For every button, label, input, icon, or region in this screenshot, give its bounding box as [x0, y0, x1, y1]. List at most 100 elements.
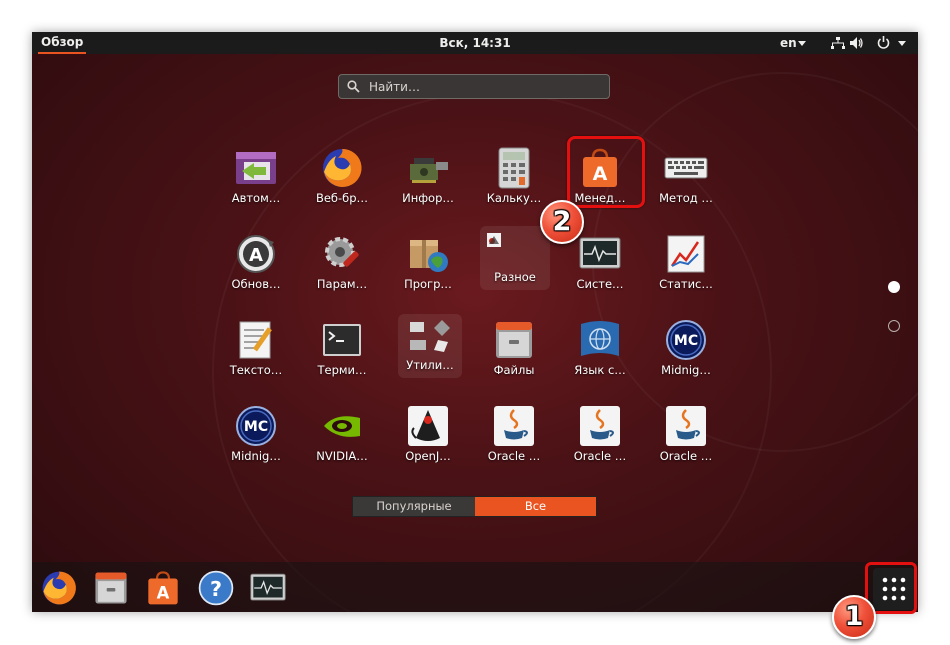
- files-icon[interactable]: [92, 569, 130, 607]
- app-openjdk[interactable]: OpenJ…: [390, 396, 466, 474]
- midnight-commander-icon: MC: [666, 320, 706, 360]
- firefox-icon: [323, 148, 362, 187]
- top-bar: Обзор Вск, 14:31 en: [32, 32, 918, 54]
- step-marker-2: 2: [540, 200, 584, 244]
- app-firefox[interactable]: Веб-бр…: [304, 138, 380, 216]
- app-folder-utilities[interactable]: Утили…: [398, 314, 462, 378]
- autostart-icon: [236, 152, 276, 184]
- text-editor-icon: [239, 321, 272, 359]
- app-label: NVIDIA…: [316, 449, 368, 463]
- system-monitor-icon: [579, 237, 621, 269]
- utilities-folder-icon: [410, 320, 450, 352]
- app-terminal[interactable]: Терми…: [304, 310, 380, 388]
- app-label: Oracle …: [573, 449, 627, 463]
- highlight-box-software-center: [567, 136, 645, 208]
- app-oracle-java-2[interactable]: Oracle …: [562, 396, 638, 474]
- app-label: Терми…: [317, 363, 367, 377]
- app-label: Статис…: [659, 277, 713, 291]
- terminal-icon: [323, 324, 361, 356]
- app-autostart[interactable]: Автом…: [218, 138, 294, 216]
- tab-popular[interactable]: Популярные: [353, 497, 475, 516]
- svg-text:?: ?: [210, 577, 222, 601]
- app-label: Oracle …: [487, 449, 541, 463]
- app-label: Midnig…: [661, 363, 711, 377]
- view-toggle: Популярные Все: [352, 496, 597, 517]
- statistics-icon: [667, 235, 705, 273]
- java-duke-icon: [408, 406, 448, 446]
- search-placeholder: Найти…: [369, 80, 420, 94]
- app-label: Метод …: [659, 191, 713, 205]
- app-software-properties[interactable]: Прогр…: [390, 224, 466, 302]
- app-label: Систе…: [576, 277, 624, 291]
- nvidia-icon: [324, 416, 360, 437]
- app-label: Обнов…: [231, 277, 281, 291]
- chevron-down-icon[interactable]: [798, 41, 806, 46]
- app-label: Oracle …: [659, 449, 713, 463]
- clock[interactable]: Вск, 14:31: [439, 36, 510, 50]
- software-center-icon[interactable]: A: [144, 569, 182, 607]
- app-label: Веб-бр…: [315, 191, 369, 205]
- dock: A ?: [32, 562, 918, 612]
- system-monitor-icon[interactable]: [249, 569, 287, 607]
- app-folder-misc[interactable]: Разное: [480, 226, 550, 290]
- system-info-icon: [410, 158, 448, 183]
- language-indicator[interactable]: en: [780, 36, 797, 50]
- app-label: Midnig…: [231, 449, 281, 463]
- app-midnight-commander[interactable]: MC Midnig…: [648, 310, 724, 388]
- settings-icon: [325, 237, 359, 267]
- network-icon[interactable]: [831, 37, 845, 49]
- svg-text:A: A: [249, 245, 263, 266]
- step-marker-1: 1: [832, 595, 876, 639]
- app-label: OpenJ…: [405, 449, 451, 463]
- app-calculator[interactable]: Кальку…: [476, 138, 552, 216]
- app-oracle-java-1[interactable]: Oracle …: [476, 396, 552, 474]
- chevron-down-icon[interactable]: [898, 41, 906, 46]
- java-icon: [666, 406, 706, 446]
- svg-text:MC: MC: [674, 333, 698, 349]
- app-label: Прогр…: [404, 277, 452, 291]
- page-indicator-1[interactable]: [888, 281, 900, 293]
- firefox-icon[interactable]: [40, 569, 78, 607]
- calculator-icon: [498, 147, 530, 189]
- misc-folder-icon: [487, 233, 501, 247]
- app-settings[interactable]: Парам…: [304, 224, 380, 302]
- app-oracle-java-3[interactable]: Oracle …: [648, 396, 724, 474]
- app-midnight-commander-2[interactable]: MC Midnig…: [218, 396, 294, 474]
- app-label: Кальку…: [486, 191, 542, 205]
- app-label: Язык с…: [574, 363, 626, 377]
- app-label: Файлы: [493, 363, 535, 377]
- language-support-icon: [581, 321, 619, 356]
- app-statistics[interactable]: Статис…: [648, 224, 724, 302]
- app-label: Автом…: [231, 191, 281, 205]
- search-input[interactable]: Найти…: [338, 74, 610, 99]
- page-indicator-2[interactable]: [888, 320, 900, 332]
- tab-all[interactable]: Все: [475, 497, 596, 516]
- desktop-screen: Обзор Вск, 14:31 en Найти… Автом… Веб-бр…: [32, 32, 918, 612]
- screenshot-frame: Обзор Вск, 14:31 en Найти… Автом… Веб-бр…: [0, 0, 950, 645]
- search-icon: [347, 80, 360, 93]
- app-language-support[interactable]: Язык с…: [562, 310, 638, 388]
- app-label: Парам…: [316, 277, 368, 291]
- app-system-info[interactable]: Инфор…: [390, 138, 466, 216]
- app-nvidia[interactable]: NVIDIA…: [304, 396, 380, 474]
- java-icon: [580, 406, 620, 446]
- svg-text:MC: MC: [244, 419, 268, 435]
- app-label: Разное: [494, 270, 536, 284]
- java-icon: [494, 406, 534, 446]
- keyboard-icon: [664, 157, 708, 179]
- volume-icon[interactable]: [850, 37, 864, 49]
- app-label: Тексто…: [229, 363, 283, 377]
- app-input-method[interactable]: Метод …: [648, 138, 724, 216]
- help-icon[interactable]: ?: [197, 569, 235, 607]
- app-software-updater[interactable]: A Обнов…: [218, 224, 294, 302]
- midnight-commander-icon: MC: [236, 406, 276, 446]
- software-updater-icon: A: [237, 235, 275, 273]
- app-files[interactable]: Файлы: [476, 310, 552, 388]
- app-label: Утили…: [406, 358, 454, 372]
- app-text-editor[interactable]: Тексто…: [218, 310, 294, 388]
- app-label: Инфор…: [402, 191, 454, 205]
- svg-text:A: A: [157, 583, 170, 602]
- files-icon: [496, 322, 532, 358]
- power-icon[interactable]: [877, 36, 890, 49]
- software-properties-icon: [410, 240, 448, 272]
